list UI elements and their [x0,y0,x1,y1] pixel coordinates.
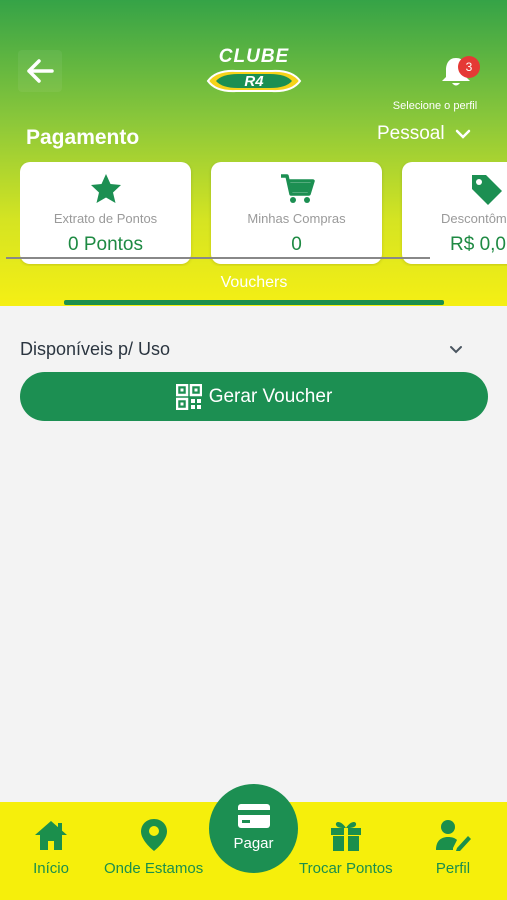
tag-icon [472,175,502,205]
tab-vouchers[interactable]: Vouchers [64,274,444,292]
tab-indicator [64,300,444,305]
pay-button[interactable]: Pagar [209,784,298,873]
nav-label: Início [33,860,69,877]
chevron-down-icon[interactable] [448,342,464,358]
star-icon [90,174,121,203]
summary-cards: Extrato de Pontos 0 Pontos Minhas Compra… [20,162,507,266]
card-points[interactable]: Extrato de Pontos 0 Pontos [20,162,191,264]
clube-r4-logo: CLUBE R4 [200,46,308,96]
card-label: Descontôm [441,211,507,226]
svg-text:R4: R4 [244,73,264,90]
chevron-down-icon [455,129,470,139]
section-title: Disponíveis p/ Uso [20,339,171,359]
card-value: 0 [291,234,302,255]
cards-divider [6,257,430,259]
notification-badge: 3 [458,56,480,78]
profile-select[interactable]: Pessoal [377,123,471,145]
gift-icon [330,821,361,851]
card-label: Minhas Compras [247,211,346,226]
nav-label: Onde Estamos [104,860,204,877]
home-icon [35,821,67,850]
back-button[interactable] [18,50,62,92]
cart-icon [280,174,315,203]
generate-voucher-button[interactable]: Gerar Voucher [20,372,488,421]
user-edit-icon [436,820,471,851]
map-pin-icon [140,819,167,851]
page-title: Pagamento [26,126,140,149]
card-value: R$ 0,0 [450,234,506,255]
nav-item-inicio[interactable]: Início [32,816,70,877]
generate-voucher-label: Gerar Voucher [208,385,333,407]
header: CLUBE R4 3 Selecione o perfil Pagamento … [0,0,507,306]
card-discounts[interactable]: Descontôm R$ 0,0 [402,162,507,264]
nav-label: Perfil [435,860,471,877]
pay-label: Pagar [233,835,274,852]
nav-item-perfil[interactable]: Perfil [434,816,472,877]
nav-label: Trocar Pontos [299,860,393,877]
credit-card-icon [237,804,270,828]
profile-select-value: Pessoal [377,123,445,144]
nav-item-onde-estamos[interactable]: Onde Estamos [104,816,203,877]
arrow-left-icon [27,59,54,83]
profile-hint: Selecione o perfil [392,100,478,112]
qr-code-icon [175,383,202,410]
nav-item-trocar-pontos[interactable]: Trocar Pontos [299,816,393,877]
card-label: Extrato de Pontos [53,211,158,226]
card-value: 0 Pontos [68,234,143,255]
card-purchases[interactable]: Minhas Compras 0 [211,162,382,264]
